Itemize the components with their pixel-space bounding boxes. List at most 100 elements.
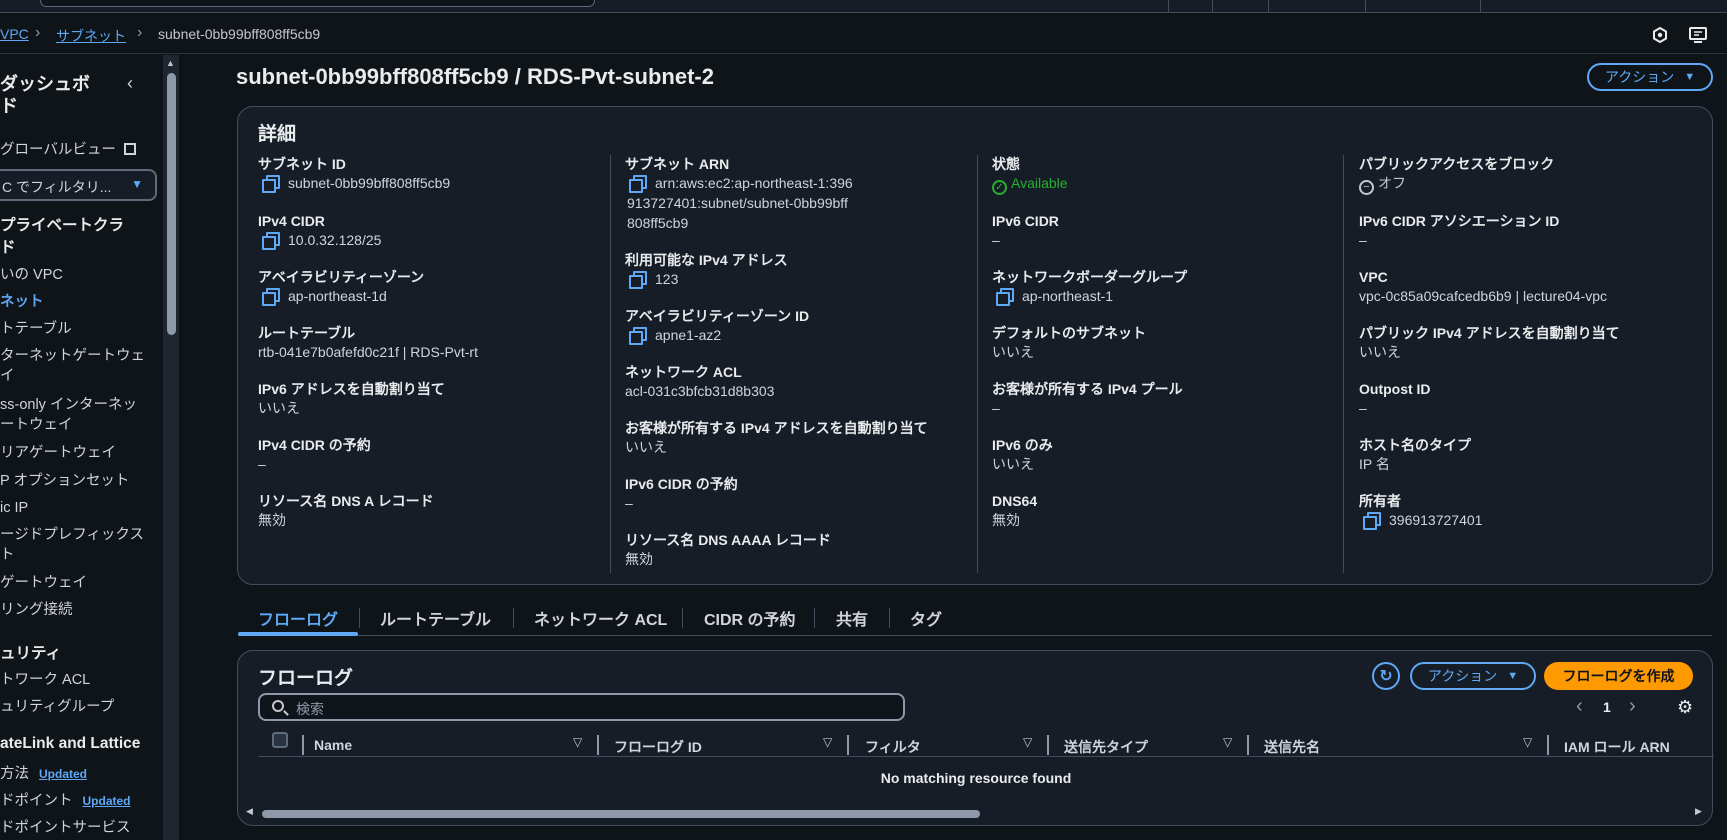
settings-hex-icon[interactable] bbox=[1649, 24, 1671, 46]
scroll-up-icon[interactable]: ▲ bbox=[166, 58, 175, 68]
tab-divider bbox=[359, 608, 360, 628]
sort-caret-icon[interactable]: ▽ bbox=[573, 735, 582, 749]
copy-icon[interactable] bbox=[629, 271, 647, 289]
sidebar-title-line1: ダッシュボ bbox=[0, 74, 90, 94]
sidebar-scrollbar[interactable]: ▲ bbox=[163, 55, 179, 840]
create-flow-log-button[interactable]: フローログを作成 bbox=[1544, 662, 1693, 690]
previous-page-icon[interactable]: ‹ bbox=[1576, 695, 1583, 718]
field-value: – bbox=[992, 400, 1000, 416]
sidebar-item-security-groups[interactable]: ュリティグループ bbox=[0, 697, 114, 717]
tab-sharing[interactable]: 共有 bbox=[836, 606, 868, 630]
subnet-id-field: サブネット ID subnet-0bb99bff808ff5cb9 bbox=[258, 155, 598, 193]
sidebar-item-peering-connections[interactable]: リング接続 bbox=[0, 600, 73, 620]
breadcrumb-vpc[interactable]: VPC bbox=[0, 26, 29, 42]
chevron-right-icon: › bbox=[137, 24, 143, 41]
sidebar-item-subnets[interactable]: ネット bbox=[0, 292, 44, 312]
customer-owned-ipv4-pool-field: お客様が所有する IPv4 プール – bbox=[992, 380, 1332, 418]
sort-caret-icon[interactable]: ▽ bbox=[1523, 735, 1532, 749]
column-header-name[interactable]: Name bbox=[314, 737, 352, 753]
actions-dropdown-button[interactable]: アクション ▼ bbox=[1587, 63, 1713, 91]
sidebar-item-global-view[interactable]: グローバルビュー bbox=[0, 140, 136, 160]
copy-icon[interactable] bbox=[1363, 512, 1381, 530]
sidebar-item-internet-gateways-cont[interactable]: イ bbox=[0, 366, 15, 386]
field-value: いいえ bbox=[1359, 344, 1401, 360]
scrollbar-thumb[interactable] bbox=[167, 73, 176, 335]
sidebar-item-network-acls[interactable]: トワーク ACL bbox=[0, 670, 90, 690]
sidebar-item-elastic-ip[interactable]: ic IP bbox=[0, 498, 28, 518]
sidebar-item-endpoints[interactable]: ドポイント Updated bbox=[0, 791, 131, 811]
sidebar-item-egress-only-igw-cont[interactable]: ートウェイ bbox=[0, 415, 73, 435]
field-label: IPv6 アドレスを自動割り当て bbox=[258, 381, 445, 397]
flow-logs-heading: フローログ bbox=[258, 668, 354, 689]
copy-icon[interactable] bbox=[262, 232, 280, 250]
outpost-id-field: Outpost ID – bbox=[1359, 380, 1699, 418]
column-header-iam-role-arn[interactable]: IAM ロール ARN bbox=[1564, 737, 1670, 757]
tab-tags[interactable]: タグ bbox=[910, 606, 942, 630]
tab-network-acl[interactable]: ネットワーク ACL bbox=[534, 606, 667, 630]
field-label: アベイラビリティーゾーン ID bbox=[625, 308, 810, 324]
sidebar-item-internet-gateways[interactable]: ターネットゲートウェ bbox=[0, 346, 145, 366]
sort-caret-icon[interactable]: ▽ bbox=[1023, 735, 1032, 749]
next-page-icon[interactable]: › bbox=[1629, 695, 1636, 718]
copy-icon[interactable] bbox=[262, 288, 280, 306]
sidebar-item-getting-started[interactable]: 方法 Updated bbox=[0, 764, 87, 784]
route-table-link[interactable]: rtb-041e7b0afefd0c21f | RDS-Pvt-rt bbox=[258, 342, 598, 362]
sort-caret-icon[interactable]: ▽ bbox=[823, 735, 832, 749]
sidebar-item-your-vpcs[interactable]: いの VPC bbox=[0, 265, 63, 285]
copy-icon[interactable] bbox=[629, 175, 647, 193]
select-all-checkbox[interactable] bbox=[272, 732, 288, 748]
column-header-destination-name[interactable]: 送信先名 bbox=[1264, 737, 1320, 757]
sidebar-item-managed-prefix-lists-cont[interactable]: ト bbox=[0, 545, 15, 565]
sidebar-item-managed-prefix-lists[interactable]: ージドプレフィックス bbox=[0, 525, 144, 545]
page-number[interactable]: 1 bbox=[1603, 699, 1611, 715]
sort-caret-icon[interactable]: ▽ bbox=[1223, 735, 1232, 749]
column-header-destination-type[interactable]: 送信先タイプ bbox=[1064, 737, 1148, 757]
page-title: subnet-0bb99bff808ff5cb9 / RDS-Pvt-subne… bbox=[236, 64, 714, 89]
column-header-filter[interactable]: フィルタ bbox=[865, 737, 921, 757]
sidebar-title[interactable]: ダッシュボ ド bbox=[0, 73, 140, 117]
sidebar-item-egress-only-igw[interactable]: ss-only インターネッ bbox=[0, 395, 137, 415]
tab-cidr-reservations[interactable]: CIDR の予約 bbox=[704, 606, 796, 630]
nav-divider bbox=[1365, 0, 1366, 13]
field-value: – bbox=[1359, 232, 1367, 248]
column-header-flow-log-id[interactable]: フローログ ID bbox=[614, 737, 702, 757]
sidebar-item-route-tables[interactable]: トテーブル bbox=[0, 319, 72, 339]
tab-divider bbox=[889, 608, 890, 628]
network-border-group-field: ネットワークボーダーグループ ap-northeast-1 bbox=[992, 268, 1332, 306]
scroll-left-icon[interactable]: ◀ bbox=[246, 806, 253, 817]
flow-logs-actions-button[interactable]: アクション ▼ bbox=[1410, 662, 1536, 690]
field-value: – bbox=[625, 495, 633, 511]
table-settings-icon[interactable]: ⚙ bbox=[1677, 697, 1693, 718]
scroll-right-icon[interactable]: ▶ bbox=[1695, 806, 1702, 817]
refresh-button[interactable]: ↻ bbox=[1372, 662, 1400, 690]
breadcrumb-subnets[interactable]: サブネット bbox=[56, 26, 126, 46]
field-value: ap-northeast-1d bbox=[288, 288, 387, 304]
copy-icon[interactable] bbox=[996, 288, 1014, 306]
feedback-icon[interactable] bbox=[1687, 24, 1709, 46]
vpc-link[interactable]: vpc-0c85a09cafcedb6b9 | lecture04-vpc bbox=[1359, 286, 1699, 306]
field-value: subnet-0bb99bff808ff5cb9 bbox=[288, 175, 451, 191]
field-value: いいえ bbox=[992, 344, 1034, 360]
field-value: オフ bbox=[1378, 175, 1406, 191]
sidebar-item-carrier-gateways[interactable]: リアゲートウェイ bbox=[0, 443, 116, 463]
copy-icon[interactable] bbox=[262, 175, 280, 193]
tab-divider bbox=[682, 608, 683, 628]
nav-divider bbox=[1212, 0, 1213, 13]
copy-icon[interactable] bbox=[629, 327, 647, 345]
vpc-filter-select[interactable]: C でフィルタリ... ▼ bbox=[0, 169, 157, 201]
field-label: リソース名 DNS A レコード bbox=[258, 493, 434, 509]
sidebar-item-endpoint-services[interactable]: ドポイントサービス bbox=[0, 818, 131, 838]
horizontal-scrollbar[interactable]: ◀ ▶ bbox=[238, 806, 1712, 820]
collapse-sidebar-icon[interactable]: ‹ bbox=[127, 73, 133, 94]
tab-route-table[interactable]: ルートテーブル bbox=[380, 606, 491, 630]
tab-flow-logs[interactable]: フローログ bbox=[258, 606, 338, 630]
sidebar-item-nat-gateways[interactable]: ゲートウェイ bbox=[0, 573, 87, 593]
caret-down-icon: ▼ bbox=[1507, 670, 1519, 682]
search-input[interactable]: 検索 bbox=[258, 693, 905, 721]
column-divider bbox=[1047, 735, 1049, 755]
network-acl-link[interactable]: acl-031c3bfcb31d8b303 bbox=[625, 381, 965, 401]
global-search-box[interactable] bbox=[40, 0, 595, 7]
field-label: IPv6 CIDR bbox=[992, 213, 1059, 229]
sidebar-item-dhcp-option-sets[interactable]: P オプションセット bbox=[0, 471, 129, 491]
horizontal-scrollbar-thumb[interactable] bbox=[262, 810, 980, 818]
